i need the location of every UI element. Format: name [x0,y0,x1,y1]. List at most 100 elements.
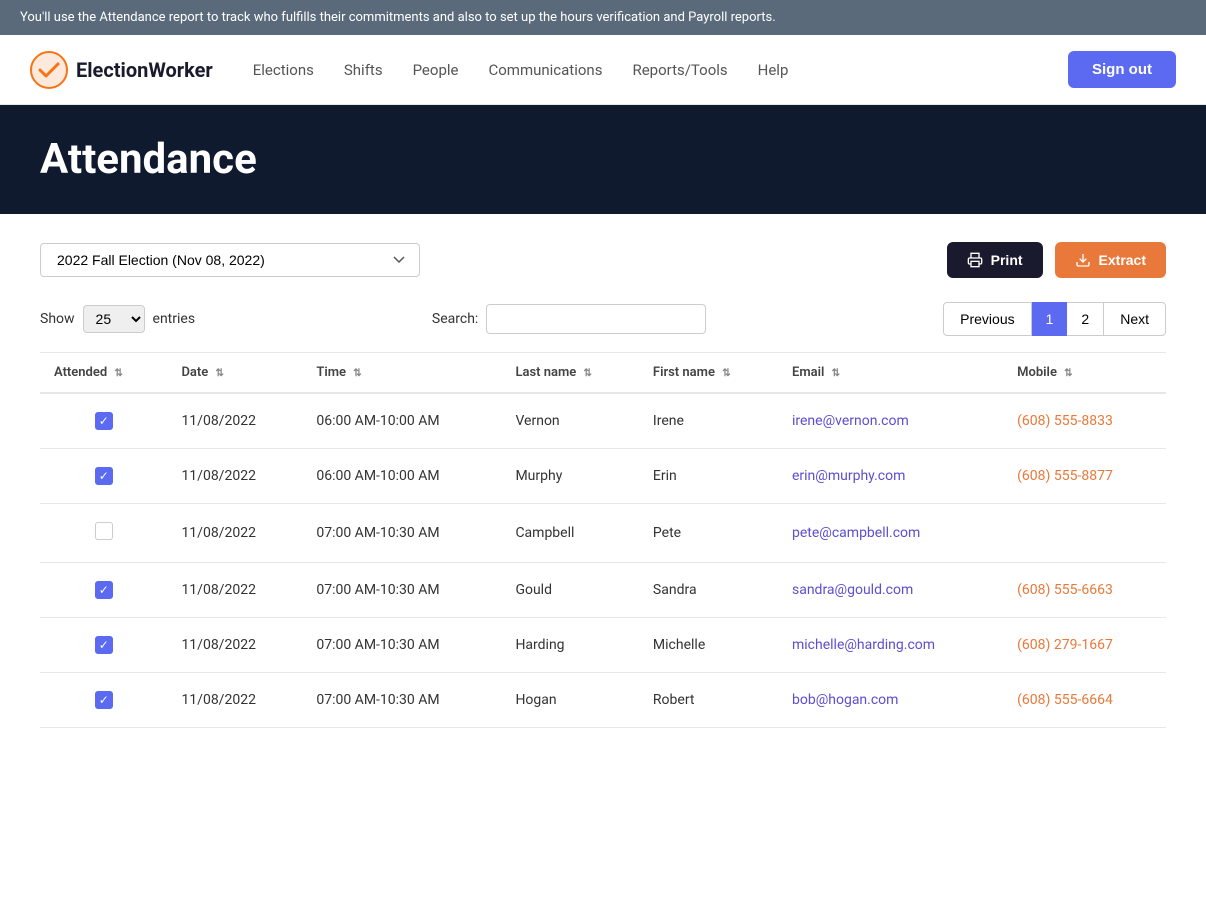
prev-button[interactable]: Previous [943,302,1031,336]
navbar: ElectionWorker Elections Shifts People C… [0,35,1206,105]
time-cell: 07:00 AM-10:30 AM [302,504,501,563]
email-link[interactable]: pete@campbell.com [792,525,920,541]
next-button[interactable]: Next [1103,302,1166,336]
download-icon [1075,252,1091,268]
first-name-cell: Michelle [639,618,778,673]
email-link[interactable]: erin@murphy.com [792,468,905,484]
search-input[interactable] [486,304,706,334]
sort-date-icon: ⇅ [215,368,223,379]
first-name-cell: Robert [639,673,778,728]
time-cell: 07:00 AM-10:30 AM [302,618,501,673]
table-controls: Show 25 50 100 entries Search: Previous … [40,302,1166,336]
attended-checkbox[interactable] [95,412,113,430]
nav-people[interactable]: People [413,61,459,79]
time-cell: 07:00 AM-10:30 AM [302,673,501,728]
sort-email-icon: ⇅ [832,368,840,379]
page-1-button[interactable]: 1 [1032,302,1068,336]
email-cell: michelle@harding.com [778,618,1003,673]
table-row: 11/08/202207:00 AM-10:30 AMGouldSandrasa… [40,563,1166,618]
nav-reports-tools[interactable]: Reports/Tools [632,61,727,79]
mobile-cell [1003,504,1166,563]
col-mobile-label: Mobile [1017,365,1057,380]
col-email: Email ⇅ [778,353,1003,394]
phone-link[interactable]: (608) 555-6663 [1017,582,1113,598]
mobile-cell: (608) 555-6663 [1003,563,1166,618]
col-time-label: Time [316,365,346,380]
time-cell: 07:00 AM-10:30 AM [302,563,501,618]
attended-cell [40,563,167,618]
nav-communications[interactable]: Communications [488,61,602,79]
logo-link[interactable]: ElectionWorker [30,51,213,89]
last-name-cell: Hogan [501,673,638,728]
print-label: Print [991,252,1023,268]
page-2-button[interactable]: 2 [1067,302,1103,336]
phone-link[interactable]: (608) 555-6664 [1017,692,1113,708]
phone-link[interactable]: (608) 555-8833 [1017,413,1113,429]
attended-checkbox[interactable] [95,581,113,599]
sort-time-icon: ⇅ [353,368,361,379]
col-last-name: Last name ⇅ [501,353,638,394]
nav-elections[interactable]: Elections [253,61,314,79]
attended-cell [40,504,167,563]
attendance-table: Attended ⇅ Date ⇅ Time ⇅ Last name ⇅ Fir… [40,352,1166,728]
email-link[interactable]: michelle@harding.com [792,637,935,653]
date-cell: 11/08/2022 [167,393,302,449]
email-cell: bob@hogan.com [778,673,1003,728]
main-content: 2022 Fall Election (Nov 08, 2022) Print … [0,214,1206,756]
col-first-name-label: First name [653,365,715,380]
attended-checkbox[interactable] [95,636,113,654]
mobile-cell: (608) 555-6664 [1003,673,1166,728]
phone-link[interactable]: (608) 555-8877 [1017,468,1113,484]
phone-link[interactable]: (608) 279-1667 [1017,637,1113,653]
table-row: 11/08/202207:00 AM-10:30 AMHoganRobertbo… [40,673,1166,728]
attended-checkbox[interactable] [95,691,113,709]
attended-checkbox[interactable] [95,522,113,540]
entries-select[interactable]: 25 50 100 [83,305,145,333]
page-header: Attendance [0,105,1206,214]
last-name-cell: Vernon [501,393,638,449]
table-row: 11/08/202207:00 AM-10:30 AMCampbellPetep… [40,504,1166,563]
email-cell: pete@campbell.com [778,504,1003,563]
date-cell: 11/08/2022 [167,563,302,618]
col-date-label: Date [181,365,208,380]
search-label: Search: [432,311,478,327]
election-select: 2022 Fall Election (Nov 08, 2022) [40,243,420,277]
date-cell: 11/08/2022 [167,449,302,504]
table-row: 11/08/202206:00 AM-10:00 AMMurphyErineri… [40,449,1166,504]
col-first-name: First name ⇅ [639,353,778,394]
sort-mobile-icon: ⇅ [1064,368,1072,379]
election-dropdown[interactable]: 2022 Fall Election (Nov 08, 2022) [40,243,420,277]
sort-attended-icon: ⇅ [114,368,122,379]
email-link[interactable]: irene@vernon.com [792,413,909,429]
entries-label: entries [153,311,196,327]
email-cell: irene@vernon.com [778,393,1003,449]
attended-cell [40,673,167,728]
logo-text: ElectionWorker [76,58,213,82]
email-link[interactable]: sandra@gould.com [792,582,913,598]
extract-label: Extract [1099,252,1146,268]
mobile-cell: (608) 555-8877 [1003,449,1166,504]
extract-button[interactable]: Extract [1055,242,1166,278]
attended-cell [40,618,167,673]
email-link[interactable]: bob@hogan.com [792,692,898,708]
nav-shifts[interactable]: Shifts [344,61,383,79]
first-name-cell: Sandra [639,563,778,618]
sort-first-name-icon: ⇅ [722,368,730,379]
sort-last-name-icon: ⇅ [584,368,592,379]
nav-help[interactable]: Help [758,61,789,79]
last-name-cell: Harding [501,618,638,673]
email-cell: erin@murphy.com [778,449,1003,504]
col-time: Time ⇅ [302,353,501,394]
first-name-cell: Pete [639,504,778,563]
banner-text: You'll use the Attendance report to trac… [20,10,776,25]
table-row: 11/08/202206:00 AM-10:00 AMVernonIreneir… [40,393,1166,449]
sign-out-button[interactable]: Sign out [1068,51,1176,88]
attended-checkbox[interactable] [95,467,113,485]
mobile-cell: (608) 555-8833 [1003,393,1166,449]
print-button[interactable]: Print [947,242,1043,278]
mobile-cell: (608) 279-1667 [1003,618,1166,673]
header-row: Attended ⇅ Date ⇅ Time ⇅ Last name ⇅ Fir… [40,353,1166,394]
date-cell: 11/08/2022 [167,618,302,673]
search-box: Search: [432,304,706,334]
pagination: Previous 1 2 Next [943,302,1166,336]
